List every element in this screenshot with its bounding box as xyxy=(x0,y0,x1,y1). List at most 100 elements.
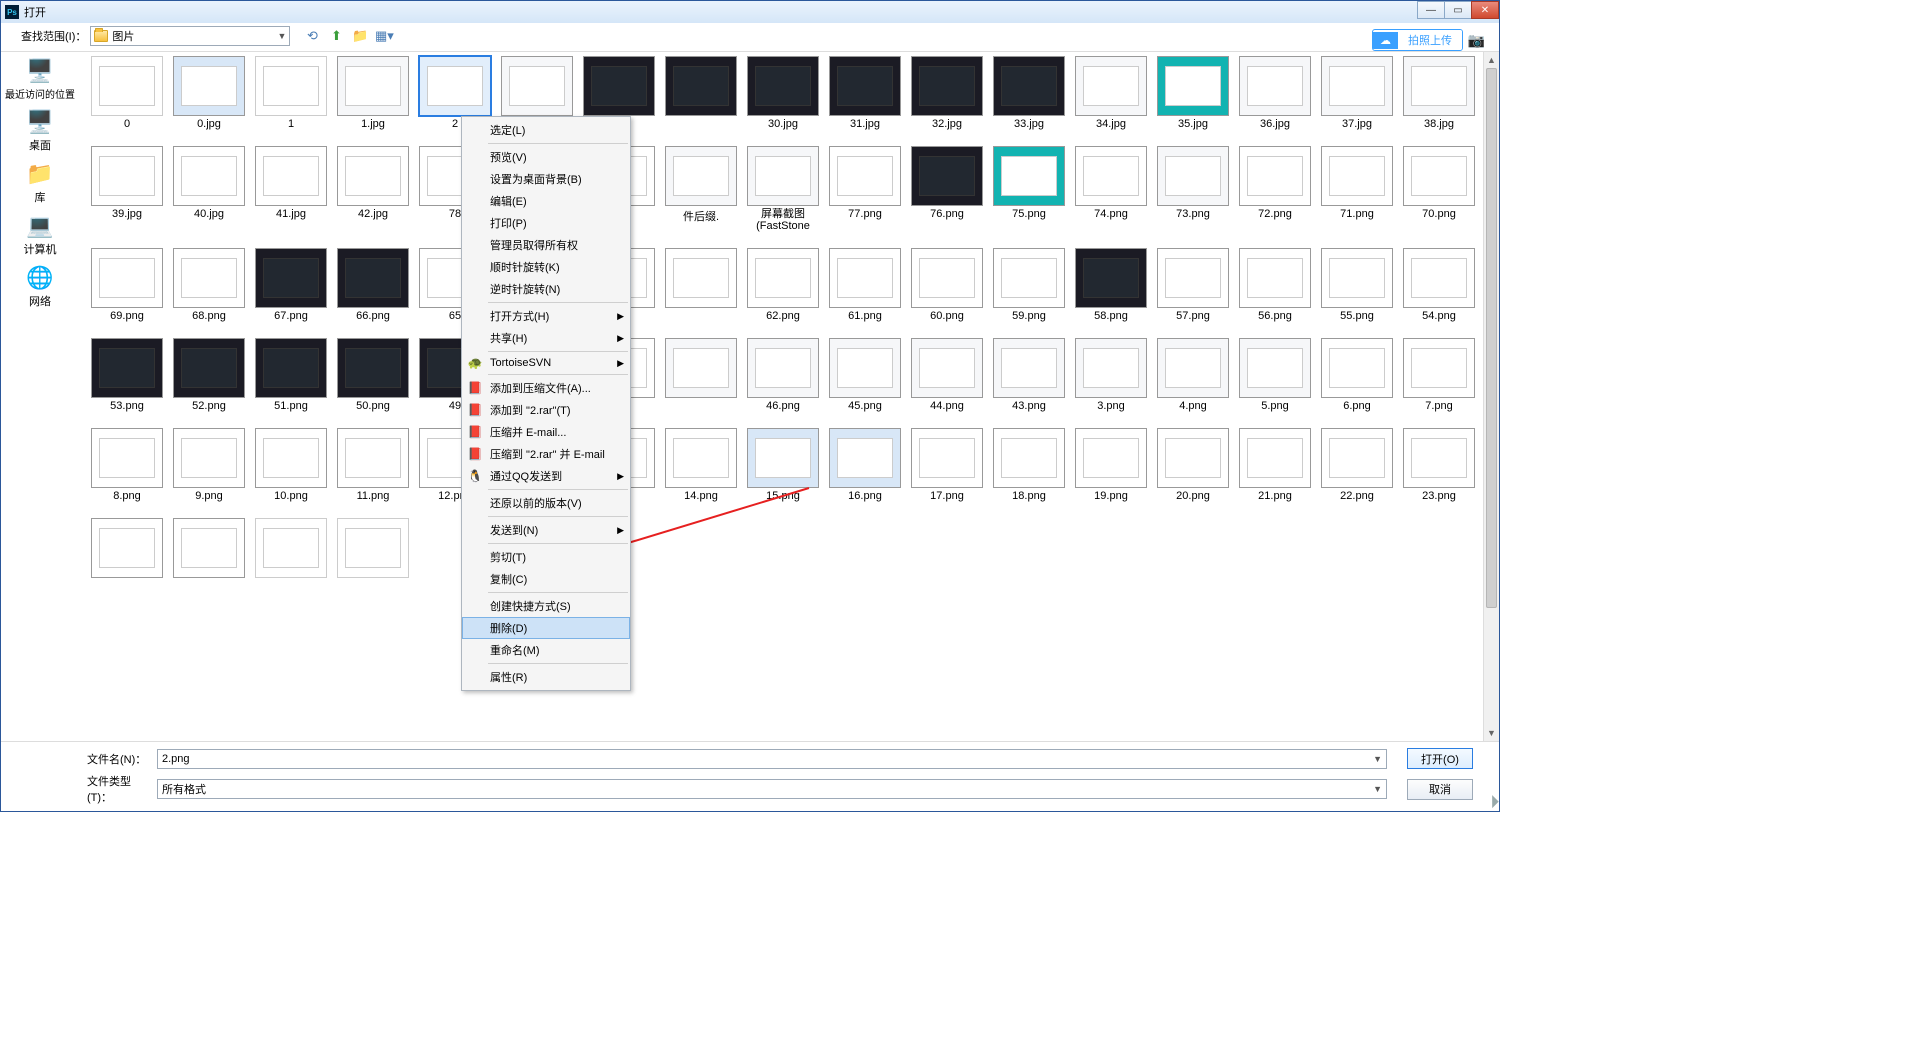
file-item[interactable]: 35.jpg xyxy=(1157,56,1229,130)
file-item[interactable]: 0 xyxy=(91,56,163,130)
vertical-scrollbar[interactable]: ▲ ▼ xyxy=(1483,52,1499,741)
file-item[interactable]: 18.png xyxy=(993,428,1065,502)
file-item[interactable]: 21.png xyxy=(1239,428,1311,502)
context-item[interactable]: 📕添加到 "2.rar"(T) xyxy=(462,399,630,421)
file-item[interactable]: 38.jpg xyxy=(1403,56,1475,130)
context-item[interactable]: 剪切(T) xyxy=(462,546,630,568)
file-item[interactable]: 58.png xyxy=(1075,248,1147,322)
file-item[interactable]: 0.jpg xyxy=(173,56,245,130)
minimize-button[interactable]: — xyxy=(1417,1,1445,19)
file-item[interactable]: 1.jpg xyxy=(337,56,409,130)
file-item[interactable]: 59.png xyxy=(993,248,1065,322)
up-folder-icon[interactable]: ⬆ xyxy=(326,27,346,45)
upload-pill[interactable]: ☁ 拍照上传 xyxy=(1372,29,1463,51)
file-item[interactable]: 69.png xyxy=(91,248,163,322)
file-item[interactable]: 62.png xyxy=(747,248,819,322)
file-item[interactable]: 56.png xyxy=(1239,248,1311,322)
file-item[interactable]: 9.png xyxy=(173,428,245,502)
file-item[interactable]: 8.png xyxy=(91,428,163,502)
file-item[interactable]: 20.png xyxy=(1157,428,1229,502)
file-item[interactable]: 30.jpg xyxy=(747,56,819,130)
file-item[interactable]: 75.png xyxy=(993,146,1065,232)
file-item[interactable]: 5.png xyxy=(1239,338,1311,412)
file-item[interactable]: 17.png xyxy=(911,428,983,502)
filename-combo[interactable]: 2.png ▼ xyxy=(157,749,1387,769)
views-icon[interactable]: ▦▾ xyxy=(374,27,394,45)
file-grid-scroll[interactable]: 00.jpg11.jpg230.jpg31.jpg32.jpg33.jpg34.… xyxy=(79,52,1483,741)
file-item[interactable]: 76.png xyxy=(911,146,983,232)
file-item[interactable]: 37.jpg xyxy=(1321,56,1393,130)
context-item[interactable]: 发送到(N)▶ xyxy=(462,519,630,541)
file-item[interactable]: 33.jpg xyxy=(993,56,1065,130)
context-item[interactable]: 逆时针旋转(N) xyxy=(462,278,630,300)
context-item[interactable]: 📕压缩到 "2.rar" 并 E-mail xyxy=(462,443,630,465)
sidebar-item-network[interactable]: 🌐 网络 xyxy=(25,265,55,309)
context-item[interactable]: 打印(P) xyxy=(462,212,630,234)
file-item[interactable]: 60.png xyxy=(911,248,983,322)
sidebar-item-recent[interactable]: 🖥️ 最近访问的位置 xyxy=(5,58,75,101)
file-item[interactable]: 72.png xyxy=(1239,146,1311,232)
file-item[interactable]: 31.jpg xyxy=(829,56,901,130)
file-item[interactable]: 14.png xyxy=(665,428,737,502)
scroll-track[interactable] xyxy=(1484,68,1499,725)
file-item[interactable]: 1 xyxy=(255,56,327,130)
file-item[interactable] xyxy=(665,248,737,322)
file-item[interactable]: 11.png xyxy=(337,428,409,502)
context-item[interactable]: 编辑(E) xyxy=(462,190,630,212)
file-item[interactable] xyxy=(665,56,737,130)
file-item[interactable]: 36.jpg xyxy=(1239,56,1311,130)
file-item[interactable]: 43.png xyxy=(993,338,1065,412)
filetype-combo[interactable]: 所有格式 ▼ xyxy=(157,779,1387,799)
file-item[interactable]: 19.png xyxy=(1075,428,1147,502)
file-item[interactable]: 3.png xyxy=(1075,338,1147,412)
file-item[interactable]: 10.png xyxy=(255,428,327,502)
file-item[interactable]: 77.png xyxy=(829,146,901,232)
file-item[interactable]: 15.png xyxy=(747,428,819,502)
scroll-up-icon[interactable]: ▲ xyxy=(1484,52,1499,68)
context-item[interactable]: 创建快捷方式(S) xyxy=(462,595,630,617)
file-item[interactable]: 70.png xyxy=(1403,146,1475,232)
context-item[interactable]: 打开方式(H)▶ xyxy=(462,305,630,327)
file-item[interactable]: 54.png xyxy=(1403,248,1475,322)
file-item[interactable]: 51.png xyxy=(255,338,327,412)
sidebar-item-desktop[interactable]: 🖥️ 桌面 xyxy=(25,109,55,153)
context-item[interactable]: 设置为桌面背景(B) xyxy=(462,168,630,190)
scroll-down-icon[interactable]: ▼ xyxy=(1484,725,1499,741)
file-item[interactable]: 50.png xyxy=(337,338,409,412)
file-item[interactable] xyxy=(173,518,245,580)
file-item[interactable]: 74.png xyxy=(1075,146,1147,232)
file-item[interactable]: 6.png xyxy=(1321,338,1393,412)
file-item[interactable]: 40.jpg xyxy=(173,146,245,232)
file-item[interactable] xyxy=(665,338,737,412)
scroll-thumb[interactable] xyxy=(1486,68,1497,608)
context-item[interactable]: 删除(D) xyxy=(462,617,630,639)
camera-icon[interactable]: 📷 xyxy=(1468,32,1485,49)
file-item[interactable]: 4.png xyxy=(1157,338,1229,412)
file-item[interactable]: 34.jpg xyxy=(1075,56,1147,130)
context-item[interactable]: 📕压缩并 E-mail... xyxy=(462,421,630,443)
context-item[interactable]: 🐢TortoiseSVN▶ xyxy=(462,354,630,372)
cancel-button[interactable]: 取消 xyxy=(1407,779,1473,800)
file-item[interactable]: 57.png xyxy=(1157,248,1229,322)
context-item[interactable]: 选定(L) xyxy=(462,119,630,141)
context-item[interactable]: 还原以前的版本(V) xyxy=(462,492,630,514)
context-item[interactable]: 🐧通过QQ发送到▶ xyxy=(462,465,630,487)
context-item[interactable]: 属性(R) xyxy=(462,666,630,688)
file-item[interactable]: 42.jpg xyxy=(337,146,409,232)
open-button[interactable]: 打开(O) xyxy=(1407,748,1473,769)
context-item[interactable]: 📕添加到压缩文件(A)... xyxy=(462,377,630,399)
maximize-button[interactable]: ▭ xyxy=(1444,1,1472,19)
file-item[interactable]: 45.png xyxy=(829,338,901,412)
file-item[interactable] xyxy=(337,518,409,580)
sidebar-item-libraries[interactable]: 📁 库 xyxy=(25,161,55,205)
file-item[interactable]: 67.png xyxy=(255,248,327,322)
file-item[interactable]: 52.png xyxy=(173,338,245,412)
file-item[interactable]: 68.png xyxy=(173,248,245,322)
new-folder-icon[interactable]: 📁 xyxy=(350,27,370,45)
context-item[interactable]: 管理员取得所有权 xyxy=(462,234,630,256)
file-item[interactable]: 46.png xyxy=(747,338,819,412)
context-item[interactable]: 复制(C) xyxy=(462,568,630,590)
file-item[interactable]: 55.png xyxy=(1321,248,1393,322)
lookin-combo[interactable]: 图片 ▼ xyxy=(90,26,290,46)
file-item[interactable]: 66.png xyxy=(337,248,409,322)
